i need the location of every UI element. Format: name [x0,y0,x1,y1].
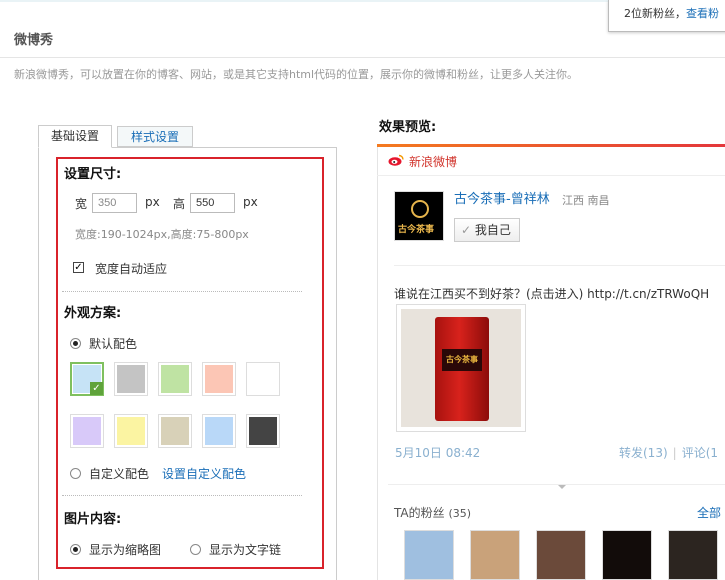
swatch-color [161,365,189,393]
color-swatch[interactable] [246,414,280,448]
color-swatch[interactable] [114,414,148,448]
check-icon: ✓ [461,223,472,237]
package-label: 古今茶事 [442,349,482,371]
color-swatch[interactable] [114,362,148,396]
myself-button-label: 我自己 [474,223,511,237]
section-divider [62,291,302,292]
swatch-color [249,365,277,393]
swatch-color [205,365,233,393]
section-divider [62,495,302,496]
post-divider [394,265,725,266]
color-swatch[interactable] [246,362,280,396]
color-swatch[interactable] [70,414,104,448]
swatch-color [117,417,145,445]
default-color-label: 默认配色 [89,337,138,351]
avatar-text: 古今茶事 [398,225,435,235]
action-separator: | [672,446,677,460]
thumbnail-label: 显示为缩略图 [89,543,162,557]
preview-top-bar [377,144,725,147]
default-color-radio[interactable] [70,338,81,349]
product-photo: 古今茶事 [401,309,521,427]
width-label: 宽 [75,197,88,211]
fan-avatar[interactable] [470,530,520,580]
user-location: 江西 南昌 [562,194,610,207]
auto-width-checkbox[interactable]: ✓ [73,262,84,273]
fan-avatar[interactable] [536,530,586,580]
repost-link[interactable]: 转发(13) [619,446,668,460]
page-title: 微博秀 [14,33,54,48]
user-avatar[interactable]: 古今茶事 [394,191,444,241]
preview-title: 效果预览: [379,120,437,135]
height-input[interactable] [190,193,235,213]
page-description: 新浪微博秀，可以放置在你的博客、网站，或是其它支持html代码的位置，展示你的微… [14,68,579,81]
height-unit: px [243,195,258,209]
custom-color-label: 自定义配色 [89,467,150,481]
color-swatch[interactable] [202,362,236,396]
swatch-color [161,417,189,445]
post-actions: 转发(13) | 评论(1 [619,444,718,461]
color-swatch[interactable]: ✓ [70,362,104,396]
fans-count: (35) [448,507,472,520]
color-swatch[interactable] [202,414,236,448]
text-link-radio[interactable] [190,544,201,555]
auto-width-label: 宽度自动适应 [95,262,168,276]
custom-color-link[interactable]: 设置自定义配色 [162,465,246,482]
title-divider [0,57,725,58]
preview-header-divider [377,175,725,176]
fan-avatar[interactable] [404,530,454,580]
fans-label: TA的粉丝 [394,506,445,520]
notification-text: 2位新粉丝， [624,7,686,20]
fans-divider [388,484,725,485]
preview-brand[interactable]: 新浪微博 [409,153,457,170]
fan-avatar[interactable] [602,530,652,580]
width-input[interactable] [92,193,137,213]
new-fans-notification: 2位新粉丝，查看粉 [608,0,725,32]
image-content-section-title: 图片内容: [64,512,122,527]
appearance-section-title: 外观方案: [64,306,122,321]
post-text[interactable]: 谁说在江西买不到好茶？(点击进入) http://t.cn/zTRWoQH [394,285,709,302]
size-section-title: 设置尺寸: [64,167,122,182]
text-link-label: 显示为文字链 [209,543,282,557]
comment-link[interactable]: 评论(1 [682,446,718,460]
width-unit: px [145,195,160,209]
weibo-logo-icon [388,154,404,166]
selected-check-icon: ✓ [90,382,103,395]
all-fans-link[interactable]: 全部 [697,504,721,521]
tea-package-image: 古今茶事 [435,317,489,421]
tab-basic-settings[interactable]: 基础设置 [38,125,112,148]
avatar-logo-ring [411,200,429,218]
height-label: 高 [173,197,186,211]
post-thumbnail[interactable]: 古今茶事 [396,304,526,432]
post-time[interactable]: 5月10日 08:42 [395,444,480,461]
tab-style-settings[interactable]: 样式设置 [117,126,193,147]
swatch-color [117,365,145,393]
fans-title: TA的粉丝 (35) [394,504,471,521]
thumbnail-radio[interactable] [70,544,81,555]
collapse-arrow-icon[interactable] [558,485,566,489]
color-swatch[interactable] [158,414,192,448]
myself-button[interactable]: ✓ 我自己 [454,218,520,242]
fan-avatar[interactable] [668,530,718,580]
size-range-hint: 宽度:190-1024px,高度:75-800px [75,228,249,241]
swatch-color [205,417,233,445]
swatch-color [73,417,101,445]
custom-color-radio[interactable] [70,468,81,479]
user-name-link[interactable]: 古今茶事-曾祥林 [454,188,550,207]
swatch-color [249,417,277,445]
color-swatch[interactable] [158,362,192,396]
view-fans-link[interactable]: 查看粉 [686,7,719,20]
settings-panel: 设置尺寸: 宽 px 高 px 宽度:190-1024px,高度:75-800p… [56,157,324,569]
